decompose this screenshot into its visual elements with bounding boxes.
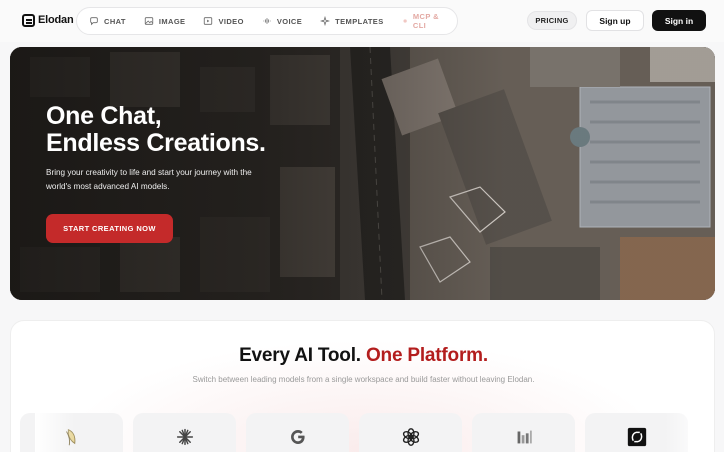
image-icon (144, 17, 154, 25)
sparkle-icon (320, 16, 331, 26)
nav-item-chat[interactable]: CHAT (89, 11, 126, 31)
carousel-fade-right (665, 413, 705, 452)
pricing-button[interactable]: PRICING (527, 11, 577, 30)
hero-subtitle: Bring your creativity to life and start … (46, 168, 252, 191)
hero-title: One Chat, Endless Creations. (46, 103, 266, 157)
brand-name: Elodan (38, 14, 74, 26)
model-card[interactable] (472, 413, 575, 452)
grok-logo-icon (627, 427, 646, 447)
model-card[interactable] (133, 413, 236, 452)
logo-mark-icon (22, 13, 35, 27)
bars-logo-icon (517, 430, 532, 444)
platform-heading-accent: One Platform. (365, 345, 488, 366)
platform-heading: Every AI Tool. One Platform. (11, 345, 714, 367)
main-nav: CHAT IMAGE VIDEO VOICE TEMPLATES MCP & C… (76, 7, 458, 35)
nav-label: VIDEO (218, 16, 244, 26)
brand-logo[interactable]: Elodan (22, 12, 74, 28)
signup-button[interactable]: Sign up (586, 10, 644, 31)
google-g-icon (290, 430, 305, 444)
nav-item-mcp-cli[interactable]: MCP & CLI (402, 11, 439, 31)
platform-section: Every AI Tool. One Platform. Switch betw… (10, 320, 715, 452)
start-creating-button[interactable]: START CREATING NOW (46, 214, 173, 243)
nav-label: IMAGE (158, 16, 186, 26)
chat-bubble-icon (90, 17, 98, 26)
top-navbar: Elodan CHAT IMAGE VIDEO VOICE TEMPLATES … (0, 0, 724, 42)
hero-title-line-1: One Chat, (46, 102, 162, 130)
hero-title-line-2: Endless Creations. (46, 129, 266, 157)
carousel-fade-left (35, 413, 75, 452)
signin-button[interactable]: Sign in (652, 10, 706, 31)
plug-icon (403, 19, 407, 23)
video-play-icon (204, 17, 213, 25)
nav-item-templates[interactable]: TEMPLATES (320, 11, 383, 31)
platform-subtitle: Switch between leading models from a sin… (192, 375, 535, 384)
nav-label: TEMPLATES (335, 16, 384, 26)
nav-label: MCP & CLI (412, 12, 439, 30)
nav-item-video[interactable]: VIDEO (203, 11, 243, 31)
model-logo-carousel (20, 413, 705, 452)
model-card[interactable] (246, 413, 349, 452)
waveform-icon (263, 18, 271, 24)
nav-label: CHAT (104, 16, 126, 26)
nav-item-voice[interactable]: VOICE (262, 11, 302, 31)
openai-knot-icon (402, 428, 419, 446)
nav-item-image[interactable]: IMAGE (144, 11, 186, 31)
nav-label: VOICE (276, 16, 303, 26)
model-card[interactable] (359, 413, 462, 452)
platform-heading-main: Every AI Tool. (239, 345, 361, 366)
claude-asterisk-icon (176, 428, 193, 446)
hero-banner: One Chat, Endless Creations. Bring your … (10, 47, 715, 300)
